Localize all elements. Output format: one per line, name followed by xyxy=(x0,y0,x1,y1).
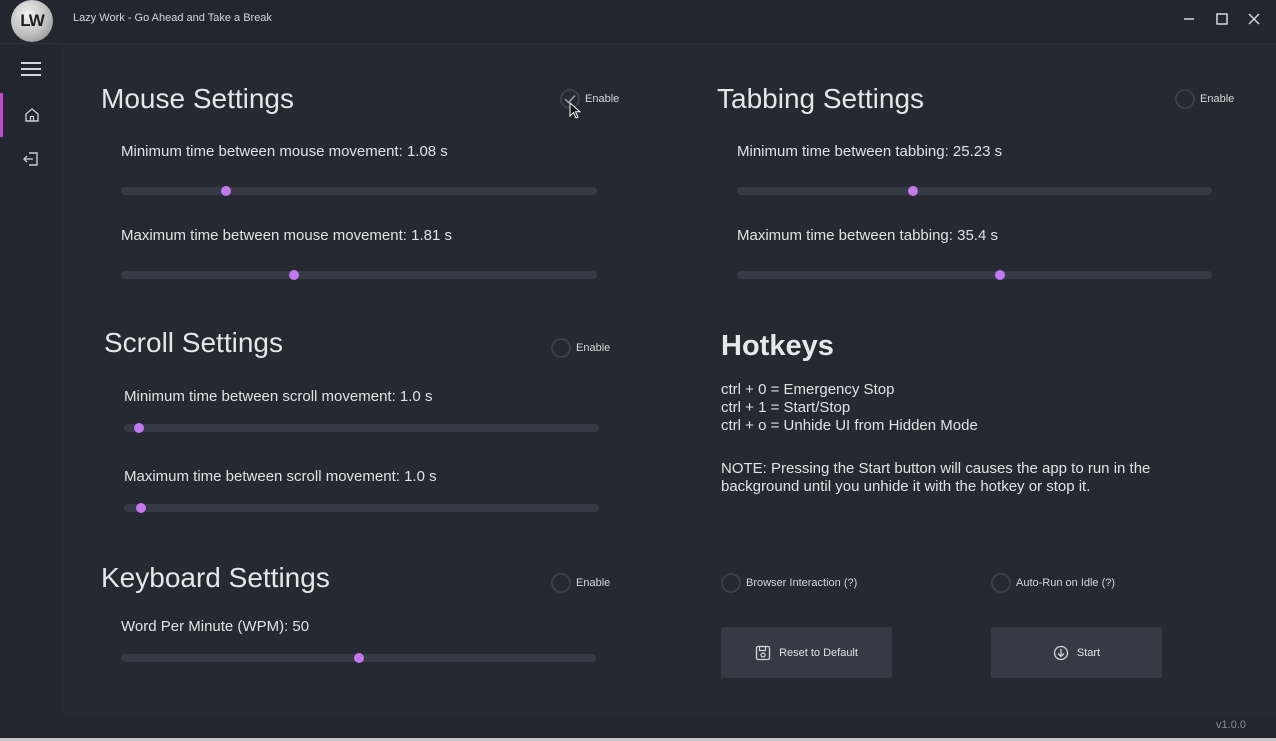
auto-run-checkbox[interactable]: Auto-Run on Idle (?) xyxy=(991,573,1115,593)
title-bar: LW Lazy Work - Go Ahead and Take a Break xyxy=(0,0,1276,44)
arrow-down-circle-icon xyxy=(1053,645,1069,660)
app-logo: LW xyxy=(11,0,53,42)
minimize-icon[interactable] xyxy=(1178,9,1200,29)
sidebar xyxy=(0,45,61,741)
scroll-min-label: Minimum time between scroll movement: 1.… xyxy=(124,388,433,405)
save-icon xyxy=(755,645,771,660)
hotkey-line: ctrl + 0 = Emergency Stop xyxy=(721,381,895,398)
slider-thumb[interactable] xyxy=(288,270,299,280)
tabbing-settings-title: Tabbing Settings xyxy=(717,83,925,114)
wpm-slider[interactable] xyxy=(121,653,596,663)
hotkey-line: ctrl + o = Unhide UI from Hidden Mode xyxy=(721,417,978,434)
tabbing-enable-radio xyxy=(1175,89,1195,109)
version-label: v1.0.0 xyxy=(1216,719,1246,731)
home-icon xyxy=(25,108,39,122)
mouse-max-label: Maximum time between mouse movement: 1.8… xyxy=(121,227,452,244)
auto-run-label: Auto-Run on Idle (?) xyxy=(1016,577,1116,589)
hotkey-line: ctrl + 1 = Start/Stop xyxy=(721,399,851,416)
tabbing-max-slider[interactable] xyxy=(737,270,1212,280)
slider-thumb[interactable] xyxy=(136,503,147,513)
keyboard-enable-radio xyxy=(551,573,571,593)
start-button[interactable]: Start xyxy=(991,627,1162,678)
window-title: Lazy Work - Go Ahead and Take a Break xyxy=(73,12,272,24)
exit-icon xyxy=(22,152,38,166)
scroll-enable-label: Enable xyxy=(576,342,611,354)
keyboard-settings-title: Keyboard Settings xyxy=(101,562,330,593)
slider-thumb[interactable] xyxy=(353,653,364,663)
tabbing-enable-checkbox[interactable]: Enable xyxy=(1175,89,1234,109)
tabbing-max-label: Maximum time between tabbing: 35.4 s xyxy=(737,227,998,244)
browser-interaction-radio xyxy=(721,573,741,593)
mouse-settings-title: Mouse Settings xyxy=(101,83,294,114)
tabbing-min-slider[interactable] xyxy=(737,186,1212,196)
browser-interaction-checkbox[interactable]: Browser Interaction (?) xyxy=(721,573,857,593)
slider-thumb[interactable] xyxy=(994,270,1005,280)
keyboard-enable-label: Enable xyxy=(576,577,611,589)
close-icon[interactable] xyxy=(1243,9,1265,29)
reset-button-label: Reset to Default xyxy=(779,646,858,659)
mouse-enable-label: Enable xyxy=(585,93,620,105)
sidebar-item-home[interactable] xyxy=(0,93,61,137)
hotkeys-title: Hotkeys xyxy=(721,330,834,362)
mouse-min-slider[interactable] xyxy=(121,186,597,196)
slider-thumb[interactable] xyxy=(220,186,231,196)
auto-run-radio xyxy=(991,573,1011,593)
tabbing-min-label: Minimum time between tabbing: 25.23 s xyxy=(737,143,1003,160)
footer: v1.0.0 xyxy=(61,715,1276,738)
mouse-min-label: Minimum time between mouse movement: 1.0… xyxy=(121,143,448,160)
scroll-max-label: Maximum time between scroll movement: 1.… xyxy=(124,468,437,485)
maximize-icon[interactable] xyxy=(1211,9,1233,29)
mouse-max-slider[interactable] xyxy=(121,270,597,280)
slider-thumb[interactable] xyxy=(908,186,919,196)
slider-thumb[interactable] xyxy=(134,423,145,433)
start-note: NOTE: Pressing the Start button will cau… xyxy=(721,460,1151,495)
sidebar-item-exit[interactable] xyxy=(0,137,61,181)
reset-to-default-button[interactable]: Reset to Default xyxy=(721,627,892,678)
start-button-label: Start xyxy=(1076,646,1101,659)
tabbing-enable-label: Enable xyxy=(1200,93,1235,105)
scroll-settings-title: Scroll Settings xyxy=(104,327,283,358)
keyboard-enable-checkbox[interactable]: Enable xyxy=(551,573,610,593)
mouse-cursor-icon xyxy=(569,102,581,119)
wpm-label: Word Per Minute (WPM): 50 xyxy=(121,618,310,635)
scroll-max-slider[interactable] xyxy=(124,503,599,513)
scroll-enable-radio xyxy=(551,338,571,358)
hamburger-menu-icon[interactable] xyxy=(0,47,61,91)
scroll-enable-checkbox[interactable]: Enable xyxy=(551,338,610,358)
scroll-min-slider[interactable] xyxy=(124,423,599,433)
browser-interaction-label: Browser Interaction (?) xyxy=(746,577,858,589)
